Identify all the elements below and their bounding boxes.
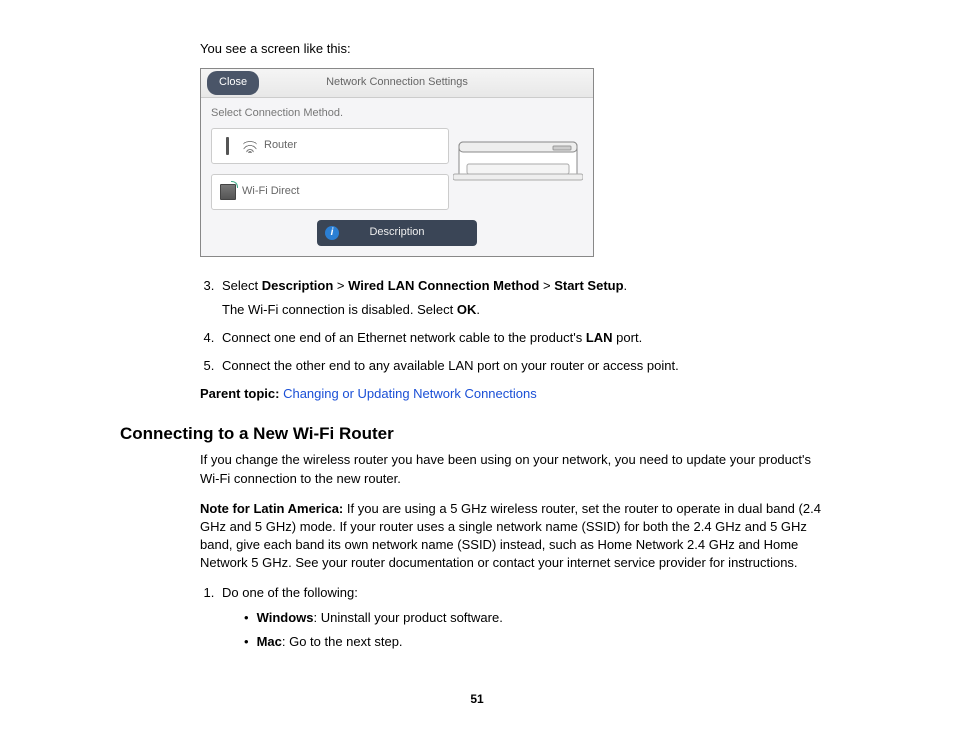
option-wifi-direct-label: Wi-Fi Direct xyxy=(242,184,299,199)
step-4: Connect one end of an Ethernet network c… xyxy=(218,329,834,347)
parent-topic-link[interactable]: Changing or Updating Network Connections xyxy=(283,386,537,401)
close-button: Close xyxy=(207,71,259,94)
option-router: Router xyxy=(211,128,449,164)
screenshot-title: Network Connection Settings xyxy=(201,75,593,90)
step3-bold2: Wired LAN Connection Method xyxy=(348,278,539,293)
step3-bold3: Start Setup xyxy=(554,278,623,293)
screenshot-prompt: Select Connection Method. xyxy=(211,106,583,121)
signal-icon xyxy=(242,135,258,157)
step-3: Select Description > Wired LAN Connectio… xyxy=(218,277,834,319)
intro-text: You see a screen like this: xyxy=(200,40,834,58)
step3-sub: The Wi-Fi connection is disabled. Select… xyxy=(222,301,834,319)
note-block: Note for Latin America: If you are using… xyxy=(200,500,834,573)
option-router-label: Router xyxy=(264,138,297,153)
bullet-windows: Windows: Uninstall your product software… xyxy=(240,609,834,627)
antenna-icon xyxy=(220,135,236,157)
bullet-mac: Mac: Go to the next step. xyxy=(240,633,834,651)
steps-list-a: Select Description > Wired LAN Connectio… xyxy=(200,277,834,376)
parent-topic: Parent topic: Changing or Updating Netwo… xyxy=(200,385,834,403)
step-b1: Do one of the following: Windows: Uninst… xyxy=(218,584,834,651)
description-button-label: Description xyxy=(369,225,424,240)
step-5: Connect the other end to any available L… xyxy=(218,357,834,375)
parent-topic-label: Parent topic: xyxy=(200,386,283,401)
note-label: Note for Latin America: xyxy=(200,501,343,516)
bullet-list: Windows: Uninstall your product software… xyxy=(222,609,834,651)
embedded-screenshot: Close Network Connection Settings Select… xyxy=(200,68,594,256)
wifi-direct-icon xyxy=(220,181,236,203)
step3-bold1: Description xyxy=(262,278,334,293)
page-number: 51 xyxy=(120,691,834,708)
option-wifi-direct: Wi-Fi Direct xyxy=(211,174,449,210)
step3-text: Select xyxy=(222,278,262,293)
description-button: i Description xyxy=(317,220,477,246)
section-heading: Connecting to a New Wi-Fi Router xyxy=(120,422,834,446)
screenshot-header: Close Network Connection Settings xyxy=(201,69,593,98)
section-intro: If you change the wireless router you ha… xyxy=(200,451,834,487)
steps-list-b: Do one of the following: Windows: Uninst… xyxy=(200,584,834,651)
info-icon: i xyxy=(325,226,339,240)
printer-illustration xyxy=(453,124,583,192)
